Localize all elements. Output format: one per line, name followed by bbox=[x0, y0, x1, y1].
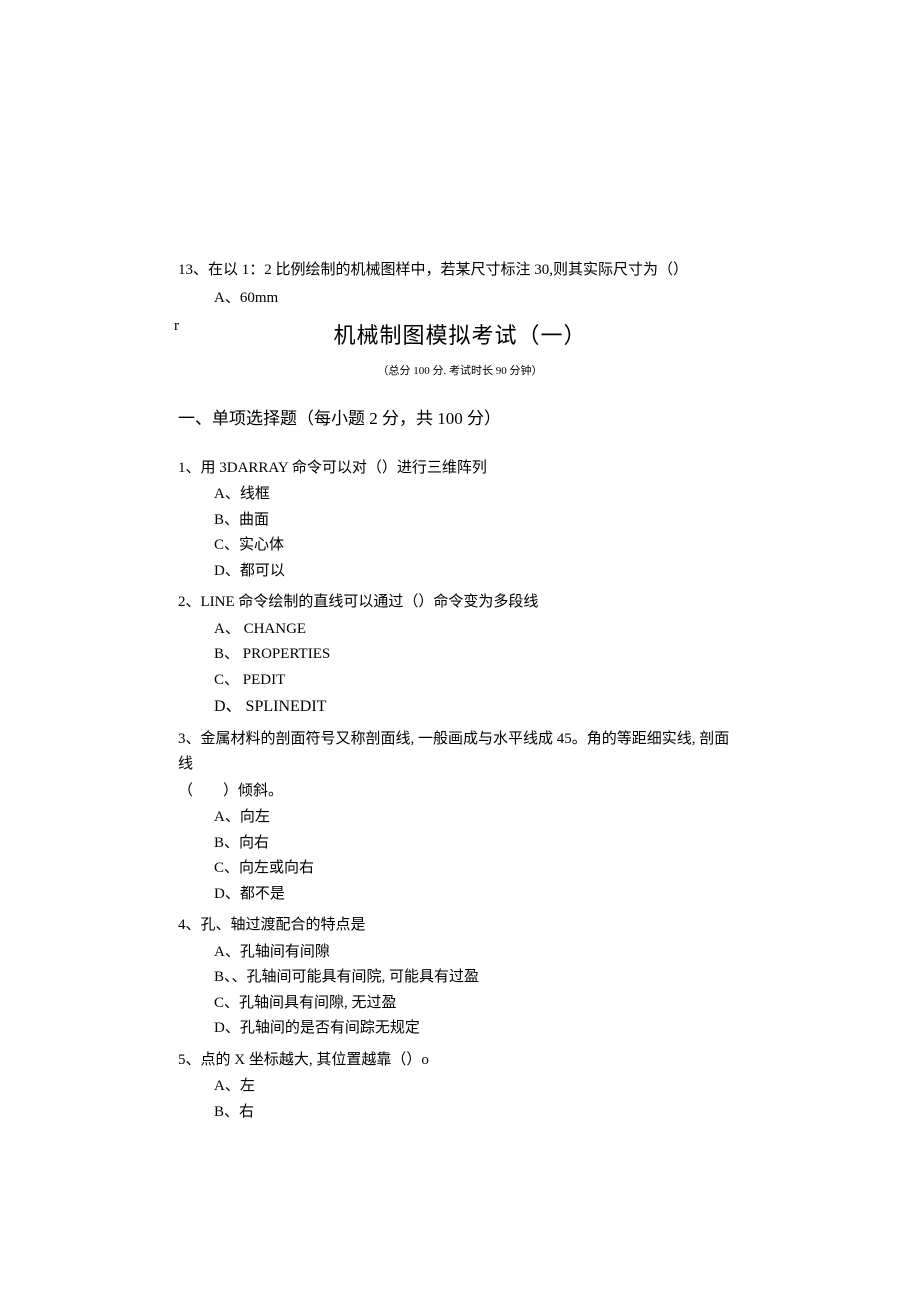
q1-option-d: D、都可以 bbox=[214, 559, 742, 585]
q5-option-b: B、右 bbox=[214, 1100, 742, 1126]
q4-option-b: B、、孔轴间可能具有间院, 可能具有过盈 bbox=[214, 965, 742, 991]
q3-text-line2: （ ）倾斜。 bbox=[178, 779, 742, 805]
q13-option-a: A、60mm bbox=[178, 286, 742, 312]
q1-option-a: A、线框 bbox=[214, 482, 742, 508]
question-1: 1、用 3DARRAY 命令可以对（）进行三维阵列 A、线框 B、曲面 C、实心… bbox=[178, 456, 742, 585]
q4-option-a: A、孔轴间有间隙 bbox=[214, 940, 742, 966]
q13-text: 13、在以 1：2 比例绘制的机械图样中，若某尺寸标注 30,则其实际尺寸为（） bbox=[178, 258, 742, 284]
q5-text: 5、点的 X 坐标越大, 其位置越靠（）o bbox=[178, 1048, 742, 1074]
q4-options: A、孔轴间有间隙 B、、孔轴间可能具有间院, 可能具有过盈 C、孔轴间具有间隙,… bbox=[178, 940, 742, 1042]
q4-option-c: C、孔轴间具有间隙, 无过盈 bbox=[214, 991, 742, 1017]
q2-d-rest: PLINEDIT bbox=[254, 698, 326, 715]
exam-subtitle: （总分 100 分. 考试时长 90 分钟） bbox=[178, 362, 742, 381]
question-3: 3、金属材料的剖面符号又称剖面线, 一般画成与水平线成 45。角的等距细实线, … bbox=[178, 727, 742, 908]
q2-options: A、 CHANGE B、 PROPERTIES C、 PEDIT D、 SPLI… bbox=[178, 617, 742, 721]
q3-option-c: C、向左或向右 bbox=[214, 856, 742, 882]
q1-text: 1、用 3DARRAY 命令可以对（）进行三维阵列 bbox=[178, 456, 742, 482]
question-2: 2、LINE 命令绘制的直线可以通过（）命令变为多段线 A、 CHANGE B、… bbox=[178, 590, 742, 720]
q3-options: A、向左 B、向右 C、向左或向右 D、都不是 bbox=[178, 805, 742, 907]
exam-title: 机械制图模拟考试（一） bbox=[178, 317, 742, 354]
q3-option-d: D、都不是 bbox=[214, 882, 742, 908]
q2-text: 2、LINE 命令绘制的直线可以通过（）命令变为多段线 bbox=[178, 590, 742, 616]
q3-option-a: A、向左 bbox=[214, 805, 742, 831]
question-4: 4、孔、轴过渡配合的特点是 A、孔轴间有间隙 B、、孔轴间可能具有间院, 可能具… bbox=[178, 913, 742, 1042]
q5-options: A、左 B、右 bbox=[178, 1074, 742, 1125]
question-5: 5、点的 X 坐标越大, 其位置越靠（）o A、左 B、右 bbox=[178, 1048, 742, 1126]
q2-option-a: A、 CHANGE bbox=[214, 617, 742, 643]
q2-option-c: C、 PEDIT bbox=[214, 668, 742, 694]
q3-option-b: B、向右 bbox=[214, 831, 742, 857]
q2-d-prefix: D、 S bbox=[214, 698, 254, 715]
page: 13、在以 1：2 比例绘制的机械图样中，若某尺寸标注 30,则其实际尺寸为（）… bbox=[0, 0, 920, 1301]
q2-option-b: B、 PROPERTIES bbox=[214, 642, 742, 668]
q4-option-d: D、孔轴间的是否有间踪无规定 bbox=[214, 1016, 742, 1042]
q2-option-d: D、 SPLINEDIT bbox=[214, 693, 742, 720]
section-heading: 一、单项选择题（每小题 2 分，共 100 分） bbox=[178, 405, 742, 434]
q1-option-b: B、曲面 bbox=[214, 508, 742, 534]
q1-option-c: C、实心体 bbox=[214, 533, 742, 559]
q5-option-a: A、左 bbox=[214, 1074, 742, 1100]
q3-text-line1: 3、金属材料的剖面符号又称剖面线, 一般画成与水平线成 45。角的等距细实线, … bbox=[178, 727, 742, 778]
stray-character: r bbox=[174, 314, 179, 340]
q4-text: 4、孔、轴过渡配合的特点是 bbox=[178, 913, 742, 939]
q1-options: A、线框 B、曲面 C、实心体 D、都可以 bbox=[178, 482, 742, 584]
